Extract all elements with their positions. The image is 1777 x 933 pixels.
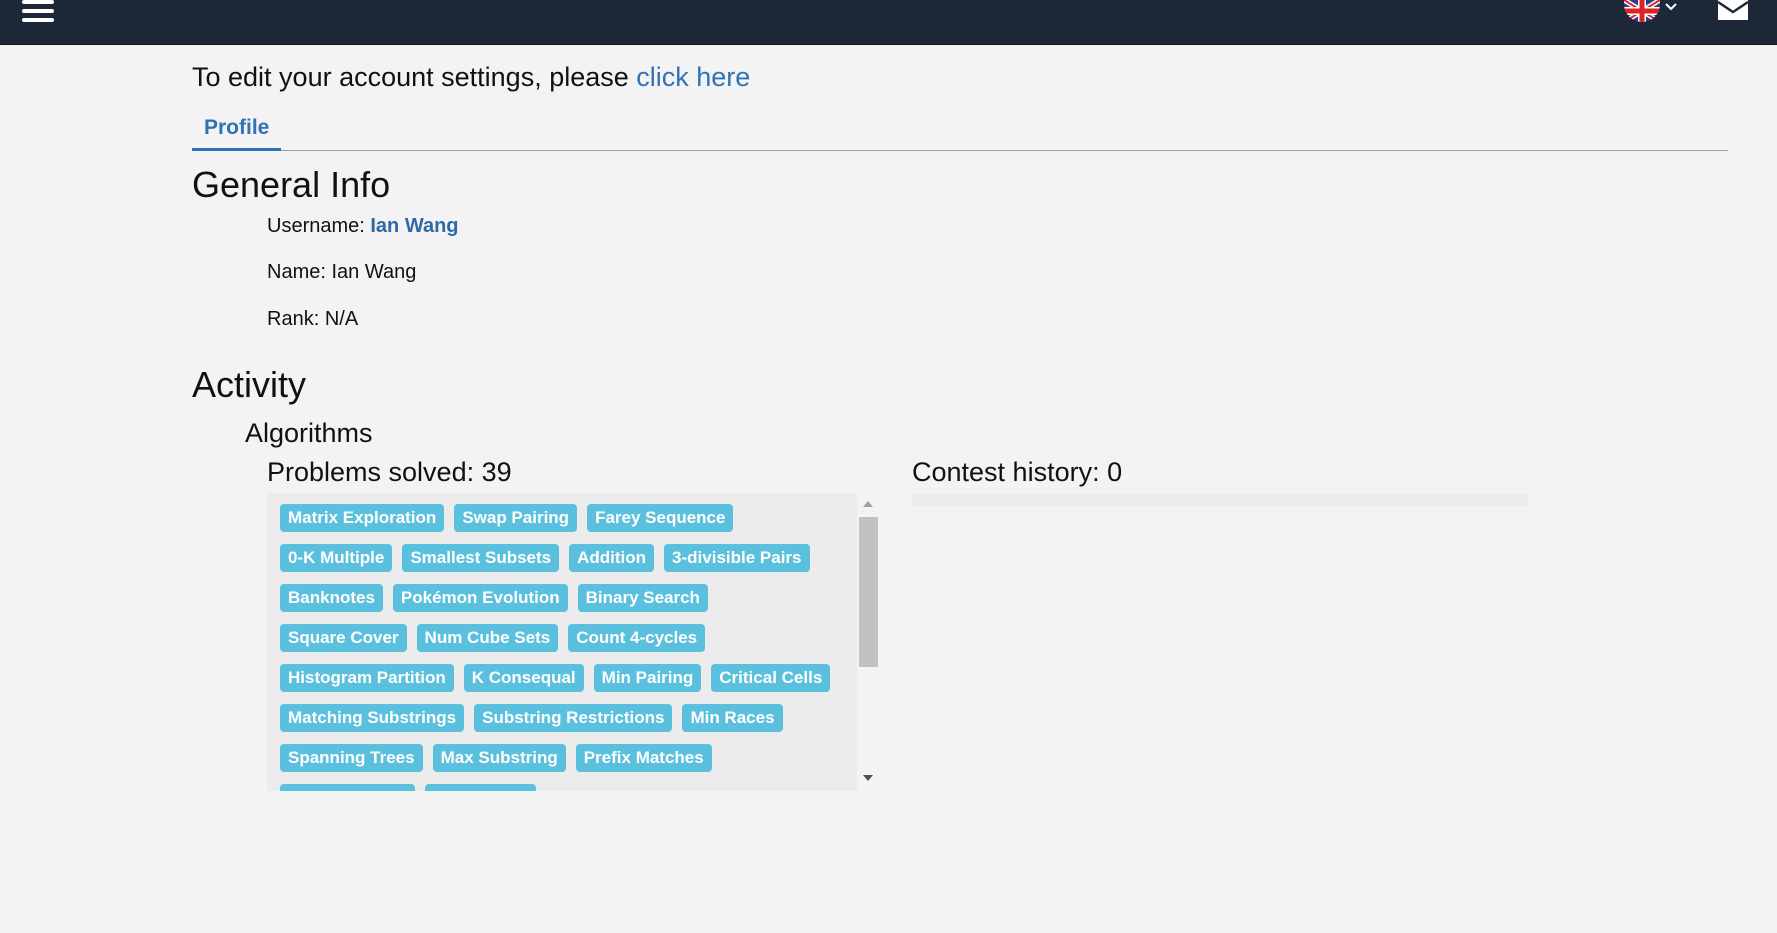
problem-tag[interactable]: Min Pairing (593, 664, 702, 692)
solved-problems-list[interactable]: Matrix Exploration Swap Pairing Farey Sequ… (267, 493, 879, 791)
rank-row: Rank: N/A (267, 308, 358, 331)
hamburger-menu-icon[interactable] (22, 0, 54, 22)
problem-tag[interactable]: Count 4-cycles (568, 624, 706, 652)
problem-tag[interactable]: 3-divisible Pairs (664, 544, 810, 572)
account-settings-text: To edit your account settings, please (192, 62, 637, 92)
rank-value: N/A (324, 308, 359, 330)
contest-history-label: Contest history: (912, 457, 1108, 487)
problem-tag[interactable]: Substring Restrictions (474, 704, 673, 732)
rank-label: Rank: (267, 308, 325, 330)
problem-tag[interactable]: Histogram Partition (280, 664, 454, 692)
username-label: Username: (267, 215, 371, 237)
problem-tag[interactable]: Farey Sequence (587, 504, 734, 532)
problem-tag[interactable]: Prefix Matches (575, 744, 712, 772)
account-settings-notice: To edit your account settings, please cl… (192, 62, 750, 93)
problem-tag[interactable]: Spanning Trees (280, 744, 423, 772)
contest-history: Contest history: 0 (912, 457, 1122, 488)
algorithms-heading: Algorithms (245, 418, 373, 448)
language-selector[interactable] (1624, 0, 1680, 24)
problem-tag[interactable]: Matrix Exploration (280, 504, 445, 532)
problem-tags: Matrix Exploration Swap Pairing Farey Sequ… (280, 504, 850, 791)
name-row: Name: Ian Wang (267, 261, 416, 284)
name-value: Ian Wang (331, 261, 417, 283)
problems-solved-label: Problems solved: (267, 457, 482, 487)
problem-tag[interactable]: Square Cover (280, 624, 407, 652)
problem-tag[interactable]: Array Coloring (280, 784, 416, 791)
problem-tag[interactable]: Num Cube Sets (416, 624, 559, 652)
general-info-heading: General Info (192, 164, 391, 205)
problems-solved: Problems solved: 39 (267, 457, 512, 488)
problem-tag[interactable]: Banknotes (280, 584, 383, 612)
activity-heading: Activity (192, 364, 307, 405)
problem-tag[interactable]: Matching Substrings (280, 704, 465, 732)
chevron-down-icon (1664, 0, 1678, 14)
problem-tag[interactable]: Max Substring (432, 744, 566, 772)
problem-tag[interactable]: K Consequal (463, 664, 584, 692)
problem-tag[interactable]: Pokémon Evolution (392, 584, 568, 612)
tab-profile[interactable]: Profile (192, 106, 282, 151)
problem-tag[interactable]: Min Races (682, 704, 783, 732)
profile-tabs: Profile (192, 106, 1728, 151)
problems-solved-count: 39 (481, 457, 512, 487)
problem-tag[interactable]: Addition (569, 544, 655, 572)
problem-tag[interactable]: Critical Cells (711, 664, 831, 692)
name-label: Name: (267, 261, 332, 283)
problem-tag[interactable]: Diesel Train (425, 784, 537, 791)
problem-tag[interactable]: 0-K Multiple (280, 544, 393, 572)
scrollbar[interactable] (857, 493, 879, 791)
username-link[interactable]: Ian Wang (370, 215, 458, 237)
top-navbar (0, 0, 1777, 45)
scroll-down-arrow-icon[interactable] (863, 775, 873, 781)
username-row: Username: Ian Wang (267, 215, 459, 238)
account-settings-link[interactable]: click here (636, 62, 750, 92)
scroll-up-arrow-icon[interactable] (863, 501, 873, 507)
uk-flag-icon (1624, 0, 1660, 22)
contest-history-panel (912, 494, 1528, 506)
contest-history-count: 0 (1107, 457, 1123, 487)
scrollbar-thumb[interactable] (859, 517, 878, 667)
problem-tag[interactable]: Swap Pairing (454, 504, 578, 532)
problem-tag[interactable]: Smallest Subsets (402, 544, 560, 572)
problem-tag[interactable]: Binary Search (577, 584, 708, 612)
envelope-icon[interactable] (1717, 0, 1749, 20)
